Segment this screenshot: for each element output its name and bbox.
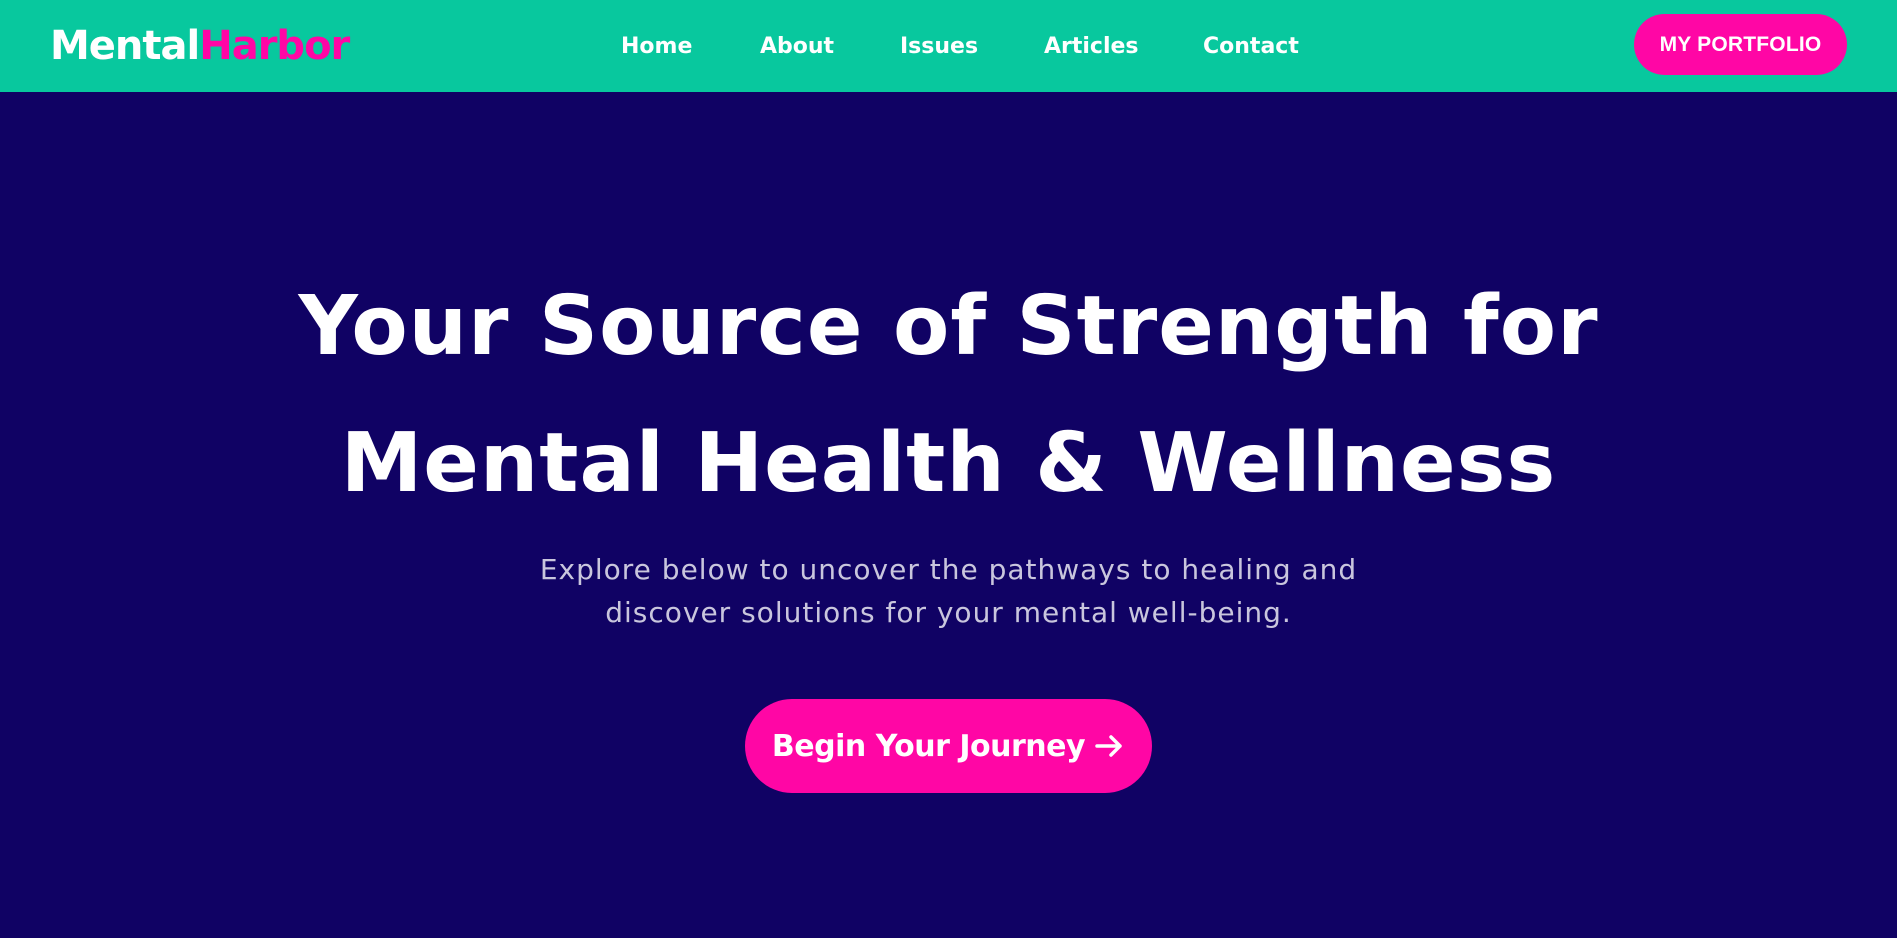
begin-journey-button[interactable]: Begin Your Journey bbox=[745, 699, 1152, 793]
arrow-right-icon bbox=[1093, 730, 1125, 762]
hero-subtitle-line-1: Explore below to uncover the pathways to… bbox=[539, 553, 1358, 586]
nav-link-articles[interactable]: Articles bbox=[1044, 33, 1139, 61]
hero-title-line-1: Your Source of Strength for bbox=[298, 279, 1599, 374]
my-portfolio-button[interactable]: MY PORTFOLIO bbox=[1634, 14, 1847, 75]
logo-text-mental: Mental bbox=[50, 23, 200, 69]
hero-subtitle: Explore below to uncover the pathways to… bbox=[0, 548, 1897, 634]
hero-subtitle-line-2: discover solutions for your mental well-… bbox=[605, 596, 1292, 629]
nav-link-about[interactable]: About bbox=[760, 33, 834, 61]
site-header: MentalHarbor Home About Issues Articles … bbox=[0, 0, 1897, 92]
landing-page: MentalHarbor Home About Issues Articles … bbox=[0, 0, 1897, 938]
cta-label: Begin Your Journey bbox=[771, 728, 1086, 764]
hero-title: Your Source of Strength for Mental Healt… bbox=[0, 258, 1897, 532]
nav-link-contact[interactable]: Contact bbox=[1203, 33, 1299, 61]
nav-link-issues[interactable]: Issues bbox=[900, 33, 978, 61]
nav-link-home[interactable]: Home bbox=[621, 33, 692, 61]
hero-title-line-2: Mental Health & Wellness bbox=[340, 416, 1557, 511]
logo-text-harbor: Harbor bbox=[199, 23, 350, 69]
site-logo[interactable]: MentalHarbor bbox=[50, 23, 350, 69]
